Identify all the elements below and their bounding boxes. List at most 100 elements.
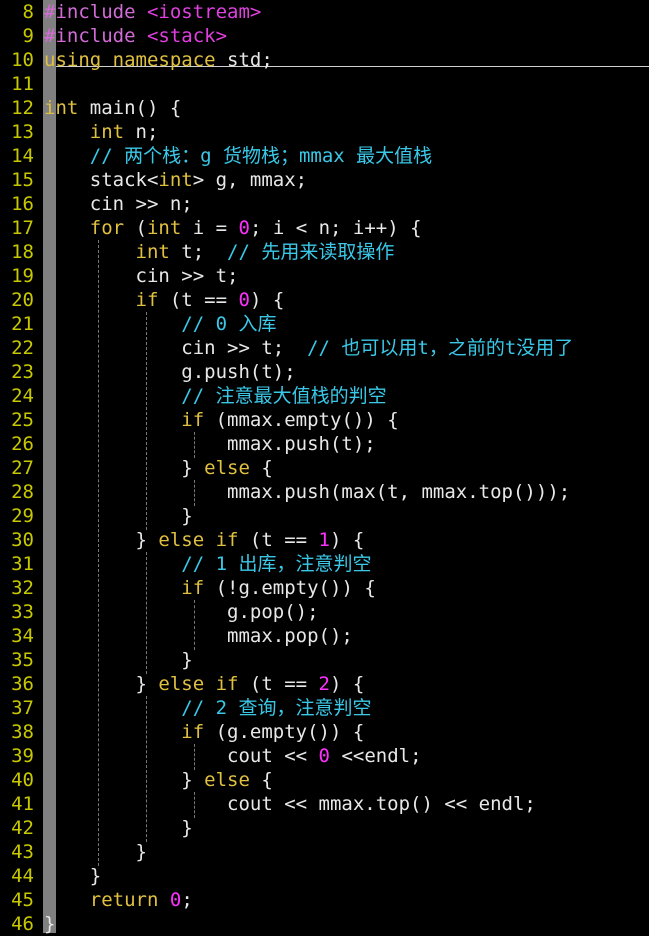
line-number: 35 xyxy=(11,649,34,671)
code-token: } xyxy=(44,457,205,479)
code-token: i = xyxy=(181,217,239,239)
code-line[interactable]: if (g.empty()) { xyxy=(44,720,364,744)
code-token: // 1 出库，注意判空 xyxy=(181,553,372,575)
code-token: mmax.push(t); xyxy=(44,433,376,455)
code-token: cin >> n; xyxy=(44,193,193,215)
code-token: (t == xyxy=(238,673,319,695)
line-number: 25 xyxy=(11,409,34,431)
code-line[interactable]: int n; xyxy=(44,120,159,144)
code-token: ) { xyxy=(330,529,365,551)
code-line[interactable]: mmax.pop(); xyxy=(44,624,353,648)
code-line[interactable]: cout << 0 <<endl; xyxy=(44,744,422,768)
code-token: ) { xyxy=(330,673,365,695)
code-line[interactable]: } xyxy=(44,912,55,936)
code-line[interactable]: cin >> n; xyxy=(44,192,193,216)
line-number: 23 xyxy=(11,361,34,383)
code-token: 0 xyxy=(169,889,182,911)
line-number: 32 xyxy=(11,577,34,599)
code-line[interactable]: } else { xyxy=(44,768,273,792)
code-token: ( xyxy=(124,217,147,239)
code-token: #include xyxy=(44,25,147,47)
line-number: 45 xyxy=(11,889,34,911)
code-token: (t == xyxy=(158,289,239,311)
line-number: 11 xyxy=(11,73,34,95)
code-line[interactable]: } xyxy=(44,840,147,864)
line-number: 34 xyxy=(11,625,34,647)
code-line[interactable]: cin >> t; xyxy=(44,264,239,288)
code-token: (t == xyxy=(238,529,319,551)
code-line[interactable]: // 0 入库 xyxy=(44,312,276,336)
code-line[interactable]: } xyxy=(44,864,101,888)
code-token: 0 xyxy=(238,289,250,311)
code-token: // 也可以用t，之前的t没用了 xyxy=(307,337,574,359)
code-token: if xyxy=(181,409,205,431)
code-line[interactable]: return 0; xyxy=(44,888,193,912)
code-line[interactable]: // 2 查询，注意判空 xyxy=(44,696,371,720)
code-line[interactable]: int main() { xyxy=(44,96,181,120)
indent-guide xyxy=(194,792,195,818)
code-token: if xyxy=(181,577,205,599)
code-line[interactable]: #include <iostream> xyxy=(44,0,261,24)
code-line[interactable]: // 1 出库，注意判空 xyxy=(44,552,371,576)
code-token: (mmax.empty()) { xyxy=(204,409,399,431)
line-number: 8 xyxy=(22,1,34,23)
code-line[interactable]: for (int i = 0; i < n; i++) { xyxy=(44,216,422,240)
code-line[interactable]: mmax.push(max(t, mmax.top())); xyxy=(44,480,570,504)
code-token: std; xyxy=(227,49,273,71)
code-line[interactable]: } xyxy=(44,816,193,840)
indent-guide xyxy=(194,744,195,770)
line-number: 24 xyxy=(11,385,34,407)
line-number: 44 xyxy=(11,865,34,887)
code-token: 0 xyxy=(238,217,250,239)
line-number: 31 xyxy=(11,553,34,575)
line-number: 41 xyxy=(11,793,34,815)
code-line[interactable]: // 两个栈：g 货物栈；mmax 最大值栈 xyxy=(44,144,432,168)
code-line[interactable]: cin >> t; // 也可以用t，之前的t没用了 xyxy=(44,336,573,360)
code-line[interactable]: int t; // 先用来读取操作 xyxy=(44,240,395,264)
code-line[interactable]: } xyxy=(44,504,192,528)
code-line[interactable]: // 注意最大值栈的判空 xyxy=(44,384,386,408)
code-token: <stack> xyxy=(146,25,228,47)
indent-guide xyxy=(194,432,195,458)
code-line[interactable]: #include <stack> xyxy=(44,24,227,48)
code-line[interactable]: g.pop(); xyxy=(44,600,319,624)
code-token: } xyxy=(44,529,159,551)
code-token: stack< xyxy=(44,169,159,191)
code-line[interactable]: } else { xyxy=(44,456,273,480)
code-token: ; xyxy=(181,889,193,911)
code-line[interactable]: mmax.push(t); xyxy=(44,432,376,456)
line-number: 16 xyxy=(11,193,34,215)
code-token: cout << xyxy=(44,745,319,767)
line-number: 36 xyxy=(11,673,34,695)
code-token: #include xyxy=(44,1,147,23)
code-token: n; xyxy=(124,121,159,143)
code-editor[interactable]: 8 9 10 11 12 13 14 15 16 17 18 19 20 21 22 23 24 25 26 27 28… xyxy=(0,0,649,936)
code-line[interactable]: } xyxy=(44,648,192,672)
code-line[interactable]: using namespace std; xyxy=(44,48,273,72)
code-token: g.pop(); xyxy=(44,601,319,623)
code-token: for xyxy=(89,217,125,239)
code-token: int xyxy=(146,217,182,239)
line-number: 26 xyxy=(11,433,34,455)
code-line[interactable]: } else if (t == 2) { xyxy=(44,672,365,696)
line-number: 38 xyxy=(11,721,34,743)
code-token: } xyxy=(44,673,159,695)
line-number: 9 xyxy=(22,25,34,47)
code-line[interactable]: if (!g.empty()) { xyxy=(44,576,375,600)
code-token: // 0 入库 xyxy=(181,313,277,335)
code-line[interactable]: } else if (t == 1) { xyxy=(44,528,365,552)
code-token: } xyxy=(44,817,193,839)
code-line[interactable]: cout << mmax.top() << endl; xyxy=(44,792,536,816)
code-line[interactable]: stack<int> g, mmax; xyxy=(44,168,307,192)
code-line[interactable]: g.push(t); xyxy=(44,360,295,384)
code-line[interactable]: if (t == 0) { xyxy=(44,288,285,312)
code-token: // 两个栈：g 货物栈；mmax 最大值栈 xyxy=(89,145,433,167)
